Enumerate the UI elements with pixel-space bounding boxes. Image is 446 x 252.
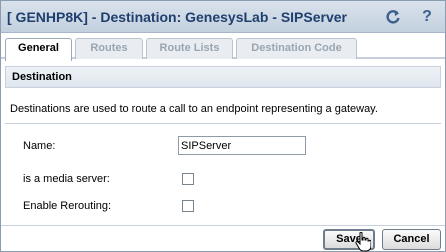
name-label: Name:	[23, 140, 56, 152]
section-title: Destination	[12, 71, 72, 83]
tab-destination-code[interactable]: Destination Code	[236, 38, 357, 59]
section-header: Destination	[5, 66, 441, 88]
title-bar: [ GENHP8K] - Destination: GenesysLab - S…	[1, 1, 445, 33]
name-field[interactable]	[178, 136, 306, 155]
media-server-label: is a media server:	[23, 173, 110, 185]
rerouting-checkbox[interactable]	[182, 200, 194, 212]
rerouting-label: Enable Rerouting:	[23, 200, 112, 212]
hand-cursor-icon	[355, 232, 371, 252]
tab-strip: General Routes Route Lists Destination C…	[1, 34, 445, 61]
tab-route-lists[interactable]: Route Lists	[146, 38, 233, 59]
window-title: [ GENHP8K] - Destination: GenesysLab - S…	[7, 9, 347, 25]
tab-routes[interactable]: Routes	[75, 38, 143, 59]
divider	[5, 123, 441, 124]
cancel-button[interactable]: Cancel	[382, 229, 441, 250]
dialog-footer: Save Cancel	[1, 225, 445, 251]
media-server-checkbox[interactable]	[182, 173, 194, 185]
refresh-icon[interactable]	[383, 7, 403, 27]
section-description: Destinations are used to route a call to…	[10, 103, 378, 115]
tab-general[interactable]: General	[5, 38, 72, 61]
help-icon[interactable]: ?	[417, 7, 437, 27]
destination-dialog: [ GENHP8K] - Destination: GenesysLab - S…	[0, 0, 446, 252]
